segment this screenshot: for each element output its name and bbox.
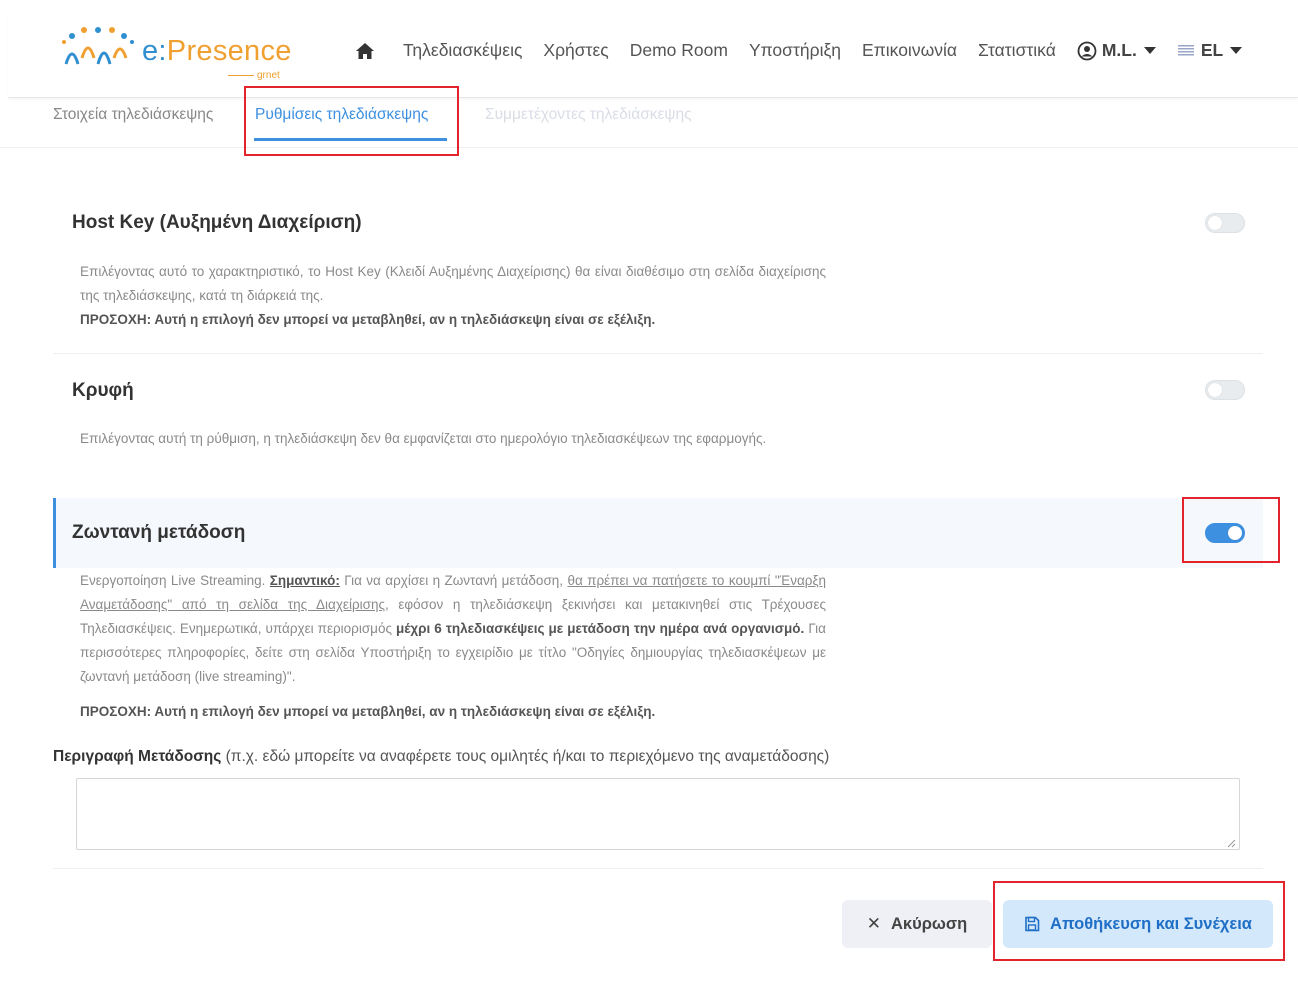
- nav-item-support[interactable]: Υποστήριξη: [749, 40, 841, 61]
- user-circle-icon: [1077, 41, 1097, 61]
- resize-grip-icon[interactable]: [1226, 838, 1236, 848]
- live-streaming-warning: ΠΡΟΣΟΧΗ: Αυτή η επιλογή δεν μπορεί να με…: [80, 704, 656, 719]
- tab-conference-participants: Συμμετέχοντες τηλεδιάσκεψης: [485, 106, 692, 123]
- tab-conference-details[interactable]: Στοιχεία τηλεδιάσκεψης: [53, 106, 213, 124]
- logo-subtext: grnet: [228, 70, 280, 81]
- top-navbar: e:Presence grnet Τηλεδιασκέψεις Χρήστες …: [8, 10, 1298, 98]
- flag-icon: [1177, 44, 1194, 57]
- nav-item-contact[interactable]: Επικοινωνία: [862, 40, 957, 61]
- hidden-description: Επιλέγοντας αυτή τη ρύθμιση, η τηλεδιάσκ…: [80, 431, 767, 446]
- active-tab-indicator: [254, 138, 447, 141]
- stream-description-label: Περιγραφή Μετάδοσης (π.χ. εδώ μπορείτε ν…: [53, 748, 830, 765]
- save-icon: [1024, 916, 1040, 932]
- hidden-toggle[interactable]: [1205, 380, 1245, 400]
- nav-item-users[interactable]: Χρήστες: [543, 40, 608, 61]
- language-menu[interactable]: EL: [1177, 40, 1243, 61]
- tab-conference-settings[interactable]: Ρυθμίσεις τηλεδιάσκεψης: [255, 106, 428, 124]
- hidden-title: Κρυφή: [72, 380, 134, 401]
- host-key-warning: ΠΡΟΣΟΧΗ: Αυτή η επιλογή δεν μπορεί να με…: [80, 312, 656, 327]
- language-label: EL: [1200, 40, 1224, 60]
- conference-tabs: Στοιχεία τηλεδιάσκεψης Ρυθμίσεις τηλεδιά…: [0, 98, 1298, 148]
- user-label: M.L.: [1101, 40, 1137, 60]
- nav-item-demo-room[interactable]: Demo Room: [630, 40, 728, 61]
- host-key-toggle[interactable]: [1205, 213, 1245, 233]
- host-key-title: Host Key (Αυξημένη Διαχείριση): [72, 212, 362, 233]
- live-streaming-description: Ενεργοποίηση Live Streaming. Σημαντικό: …: [80, 573, 827, 684]
- chevron-down-icon: [1230, 47, 1243, 54]
- host-key-description: Επιλέγοντας αυτό το χαρακτηριστικό, το H…: [80, 264, 826, 327]
- nav-item-conferences[interactable]: Τηλεδιασκέψεις: [403, 40, 522, 61]
- logo-text: e:Presence: [142, 35, 292, 67]
- nav-item-statistics[interactable]: Στατιστικά: [978, 40, 1056, 61]
- footer-divider: [53, 868, 1263, 869]
- live-streaming-toggle[interactable]: [1205, 523, 1245, 543]
- logo-people-icon: [62, 27, 134, 65]
- epresence-logo[interactable]: e:Presence grnet: [58, 24, 298, 84]
- home-icon[interactable]: [355, 41, 377, 61]
- stream-description-textarea[interactable]: [76, 778, 1240, 850]
- main-nav: Τηλεδιασκέψεις Χρήστες Demo Room Υποστήρ…: [355, 40, 1243, 61]
- section-divider: [53, 353, 1263, 354]
- live-streaming-title: Ζωντανή μετάδοση: [72, 522, 246, 543]
- cancel-button[interactable]: ✕ Ακύρωση: [842, 900, 992, 948]
- close-icon: ✕: [866, 914, 881, 933]
- user-menu[interactable]: M.L.: [1077, 40, 1156, 61]
- save-and-continue-button[interactable]: Αποθήκευση και Συνέχεια: [1003, 900, 1273, 948]
- chevron-down-icon: [1143, 47, 1156, 54]
